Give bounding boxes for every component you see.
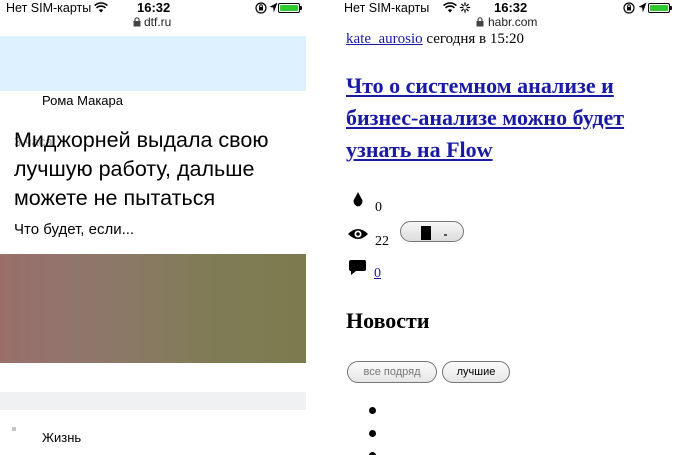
news-heading: Новости — [346, 308, 430, 333]
views-value: 22 — [375, 234, 389, 249]
url-text: dtf.ru — [144, 15, 172, 29]
battery-icon — [648, 3, 672, 13]
section-marker — [12, 427, 16, 431]
carrier-label: Нет SIM-карты — [344, 1, 430, 15]
screens-gap — [306, 0, 338, 455]
location-arrow-icon — [638, 2, 647, 13]
url-text: habr.com — [488, 15, 538, 29]
orientation-lock-icon — [255, 2, 267, 14]
chevron-down-icon — [444, 234, 447, 236]
bookmark-icon — [421, 226, 431, 240]
lock-icon — [133, 17, 141, 27]
list-bullet — [369, 430, 376, 437]
comments-link[interactable]: 0 — [374, 266, 381, 282]
previous-post-meta: kate_aurosio сегодня в 15:20 — [346, 31, 524, 48]
filter-best-button[interactable]: лучшие — [442, 361, 510, 383]
feed-divider — [0, 392, 306, 410]
rating-icon — [353, 192, 363, 207]
views-icon — [348, 229, 368, 239]
header-banner — [0, 36, 306, 91]
battery-icon — [278, 3, 302, 13]
lock-icon — [476, 17, 484, 27]
post-cover-image[interactable] — [0, 254, 306, 363]
previous-post-author-link[interactable]: kate_aurosio — [346, 31, 423, 47]
comment-icon — [349, 260, 366, 275]
orientation-lock-icon — [623, 2, 635, 14]
post-author[interactable]: Рома Макара — [42, 93, 123, 108]
list-bullet — [369, 407, 376, 414]
filter-all-button[interactable]: все подряд — [347, 361, 437, 383]
section-label[interactable]: Жизнь — [42, 430, 81, 445]
dtf-screen: Нет SIM-карты 16:32 dtf.ru Рома Макара 3… — [0, 0, 306, 455]
rating-value: 0 — [375, 200, 382, 215]
clock: 16:32 — [494, 0, 528, 15]
address-bar[interactable]: dtf.ru — [0, 15, 306, 31]
location-arrow-icon — [269, 2, 278, 13]
article-title-link[interactable]: Что о системном анализе и бизнес-анализе… — [346, 70, 676, 166]
carrier-label: Нет SIM-карты — [6, 1, 92, 15]
address-bar[interactable]: habr.com — [338, 15, 680, 31]
previous-post-date: сегодня в 15:20 — [426, 31, 525, 47]
clock: 16:32 — [137, 0, 171, 15]
bookmark-button[interactable] — [400, 221, 464, 242]
post-title[interactable]: Миджорней выдала свою лучшую работу, дал… — [14, 126, 299, 213]
habr-screen: Нет SIM-карты 16:32 habr.com kate_aurosi… — [338, 0, 680, 455]
wifi-icon — [94, 2, 108, 13]
wifi-icon — [443, 2, 457, 13]
activity-spinner-icon — [459, 2, 471, 13]
post-lead: Что будет, если... — [14, 221, 135, 238]
